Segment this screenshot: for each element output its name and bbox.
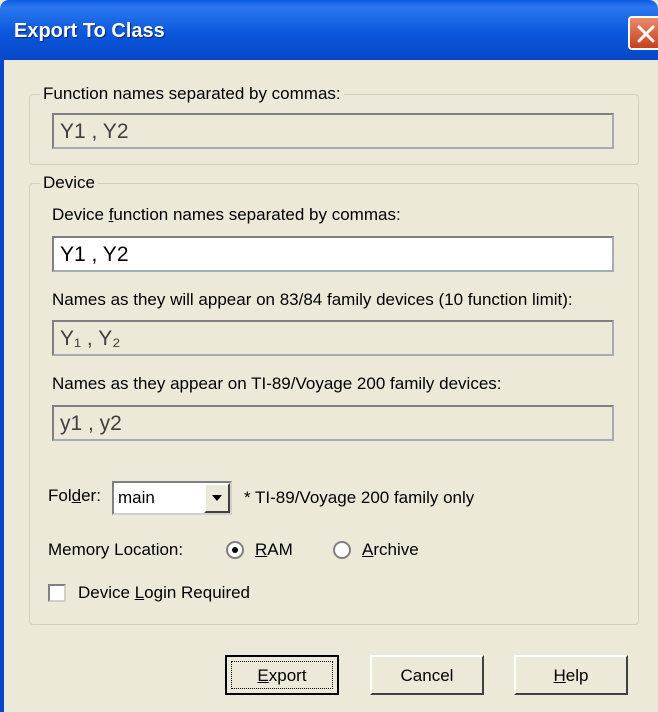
- device-login-label[interactable]: Device Login Required: [78, 583, 250, 603]
- folder-dropdown-button[interactable]: [204, 483, 230, 513]
- cancel-button[interactable]: Cancel: [370, 655, 484, 695]
- memory-location-label: Memory Location:: [48, 540, 184, 559]
- ram-radio-label[interactable]: RAM: [255, 540, 293, 560]
- ti83-names-label: Names as they will appear on 83/84 famil…: [52, 290, 573, 309]
- archive-radio-label[interactable]: Archive: [362, 540, 419, 560]
- folder-note: * TI-89/Voyage 200 family only: [244, 488, 475, 507]
- help-button-label: Help: [553, 666, 589, 685]
- export-button-label: Export: [257, 666, 307, 685]
- ram-radio[interactable]: [226, 541, 244, 559]
- ti83-names-field: Y₁ , Y₂: [52, 320, 614, 356]
- device-login-checkbox[interactable]: [48, 584, 66, 602]
- device-function-names-label: Device function names separated by comma…: [52, 205, 401, 224]
- folder-label: Folder:: [48, 486, 101, 505]
- folder-select-value: main: [118, 488, 155, 507]
- export-button[interactable]: Export: [225, 655, 339, 695]
- title-bar: Export To Class: [0, 0, 658, 60]
- help-button[interactable]: Help: [514, 655, 628, 695]
- close-button[interactable]: [628, 16, 658, 50]
- archive-radio[interactable]: [333, 541, 351, 559]
- chevron-down-icon: [212, 495, 222, 501]
- ti89-names-label: Names as they appear on TI-89/Voyage 200…: [52, 374, 502, 393]
- folder-select[interactable]: main: [112, 481, 232, 515]
- window-frame-left: [0, 60, 4, 712]
- radio-selected-dot: [232, 547, 238, 553]
- ti89-names-field: y1 , y2: [52, 405, 614, 441]
- close-icon: [637, 25, 655, 43]
- function-names-field: Y1 , Y2: [52, 113, 614, 149]
- device-function-names-input[interactable]: Y1 , Y2: [52, 236, 614, 272]
- device-legend: Device: [40, 173, 98, 193]
- window-title: Export To Class: [14, 20, 165, 42]
- function-names-legend: Function names separated by commas:: [40, 84, 344, 104]
- cancel-button-label: Cancel: [400, 666, 454, 685]
